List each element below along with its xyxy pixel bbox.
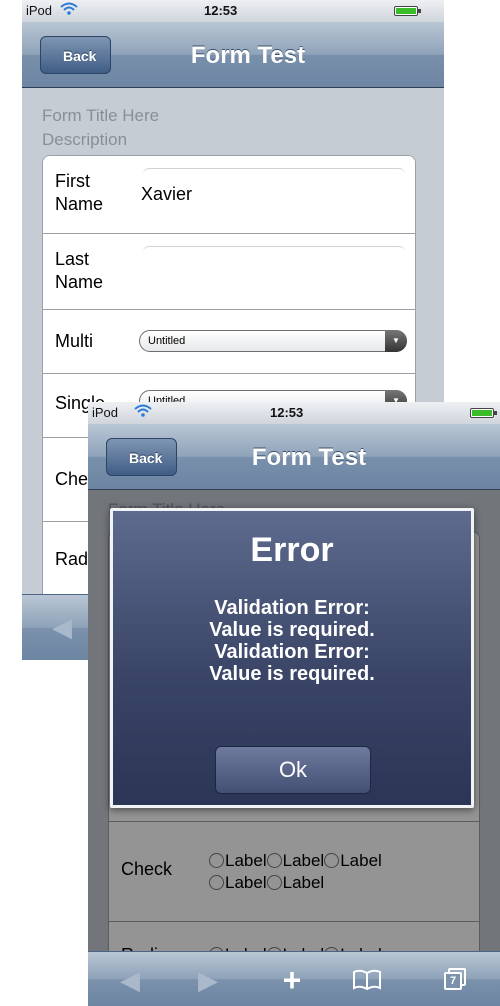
dialog-message-line: Value is required. bbox=[209, 663, 375, 685]
first-name-row: First Name Xavier bbox=[43, 156, 415, 234]
carrier-label: iPod bbox=[26, 3, 53, 18]
last-name-field[interactable] bbox=[143, 246, 405, 254]
last-name-label: Last Name bbox=[55, 248, 103, 294]
chevron-down-icon: ▼ bbox=[385, 330, 407, 352]
multi-select[interactable]: Untitled ▼ bbox=[139, 330, 407, 352]
wifi-icon bbox=[60, 2, 78, 15]
browser-toolbar: ◀ ▶ + 7 bbox=[88, 951, 500, 1006]
multi-select-value: Untitled bbox=[148, 335, 186, 347]
dialog-message-line: Validation Error: bbox=[214, 641, 370, 663]
first-name-value[interactable]: Xavier bbox=[141, 184, 192, 205]
status-time: 12:53 bbox=[270, 405, 304, 420]
pages-count: 7 bbox=[444, 972, 462, 990]
last-name-label-line2: Name bbox=[55, 272, 104, 292]
ok-button[interactable]: Ok bbox=[215, 746, 371, 794]
status-bar: iPod 12:53 bbox=[88, 402, 500, 424]
back-arrow-icon[interactable]: ◀ bbox=[42, 599, 82, 655]
first-name-label: First Name bbox=[55, 170, 103, 216]
last-name-label-line1: Last bbox=[55, 249, 90, 269]
battery-icon bbox=[470, 408, 497, 418]
page-title: Form Test bbox=[190, 42, 306, 69]
plus-icon[interactable]: + bbox=[272, 952, 312, 1006]
dialog-message-line: Validation Error: bbox=[214, 597, 370, 619]
form-title: Form Title Here bbox=[42, 106, 160, 125]
page-title: Form Test bbox=[251, 444, 367, 471]
wifi-icon bbox=[134, 404, 152, 417]
form-description: Description bbox=[42, 130, 128, 149]
dialog-title: Error bbox=[250, 531, 334, 569]
dialog-message: Validation Error: Value is required. Val… bbox=[113, 597, 471, 685]
pages-icon[interactable]: 7 bbox=[444, 968, 466, 990]
first-name-field[interactable] bbox=[143, 168, 405, 176]
bookmarks-icon[interactable] bbox=[352, 969, 382, 991]
back-arrow-icon[interactable]: ◀ bbox=[110, 952, 150, 1006]
first-name-label-line1: First bbox=[55, 171, 90, 191]
front-screen: iPod 12:53 Back Form Test Form Title Her… bbox=[88, 402, 500, 1006]
forward-arrow-icon[interactable]: ▶ bbox=[188, 952, 228, 1006]
first-name-label-line2: Name bbox=[55, 194, 104, 214]
multi-row: Multi Untitled ▼ bbox=[43, 310, 415, 374]
multi-label: Multi bbox=[55, 331, 94, 351]
dialog-message-line: Value is required. bbox=[209, 619, 375, 641]
carrier-label: iPod bbox=[92, 405, 119, 420]
status-time: 12:53 bbox=[204, 3, 238, 18]
last-name-row: Last Name bbox=[43, 234, 415, 310]
navigation-bar: Back Form Test bbox=[88, 424, 500, 490]
navigation-bar: Back Form Test bbox=[22, 22, 444, 88]
status-bar: iPod 12:53 bbox=[22, 0, 444, 22]
battery-icon bbox=[394, 6, 421, 16]
error-dialog: Error Validation Error: Value is require… bbox=[110, 508, 474, 808]
